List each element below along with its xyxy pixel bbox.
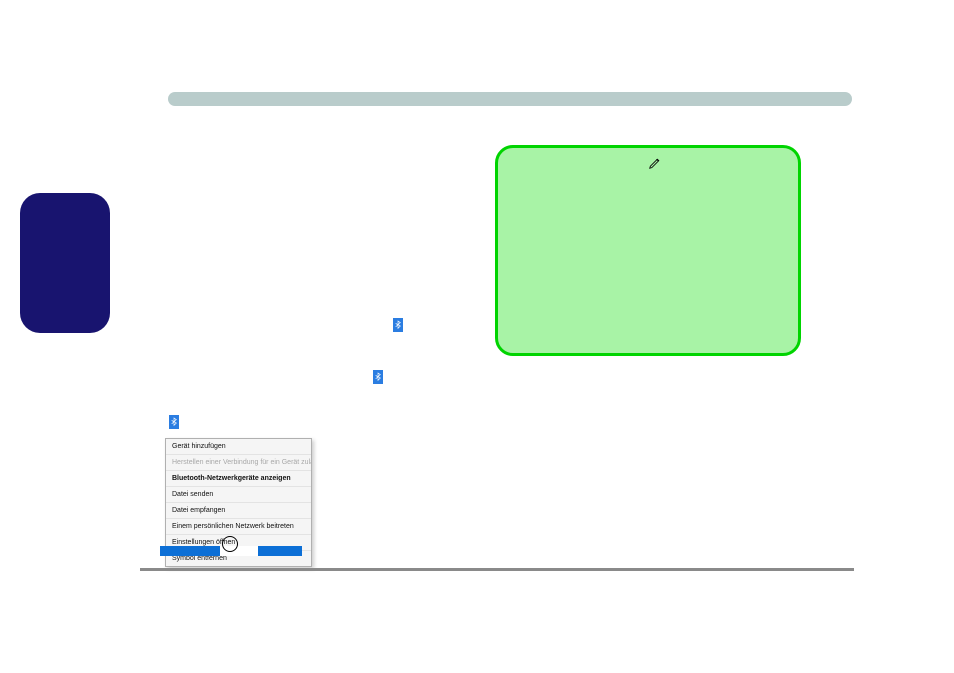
menu-item-send-file[interactable]: Datei senden (166, 487, 311, 503)
menu-item-receive-file[interactable]: Datei empfangen (166, 503, 311, 519)
blue-rounded-block (20, 193, 110, 333)
cursor-highlight-circle (222, 536, 238, 552)
separator-line (140, 568, 854, 571)
menu-item-join-pan[interactable]: Einem persönlichen Netzwerk beitreten (166, 519, 311, 535)
bluetooth-icon (373, 370, 383, 384)
green-note-panel (495, 145, 801, 356)
menu-item-allow-connection: Herstellen einer Verbindung für ein Gerä… (166, 455, 311, 471)
menu-item-add-device[interactable]: Gerät hinzufügen (166, 439, 311, 455)
bluetooth-icon (393, 318, 403, 332)
bluetooth-icon (169, 415, 179, 429)
top-bar-pill (168, 92, 852, 106)
menu-item-show-network-devices[interactable]: Bluetooth-Netzwerkgeräte anzeigen (166, 471, 311, 487)
